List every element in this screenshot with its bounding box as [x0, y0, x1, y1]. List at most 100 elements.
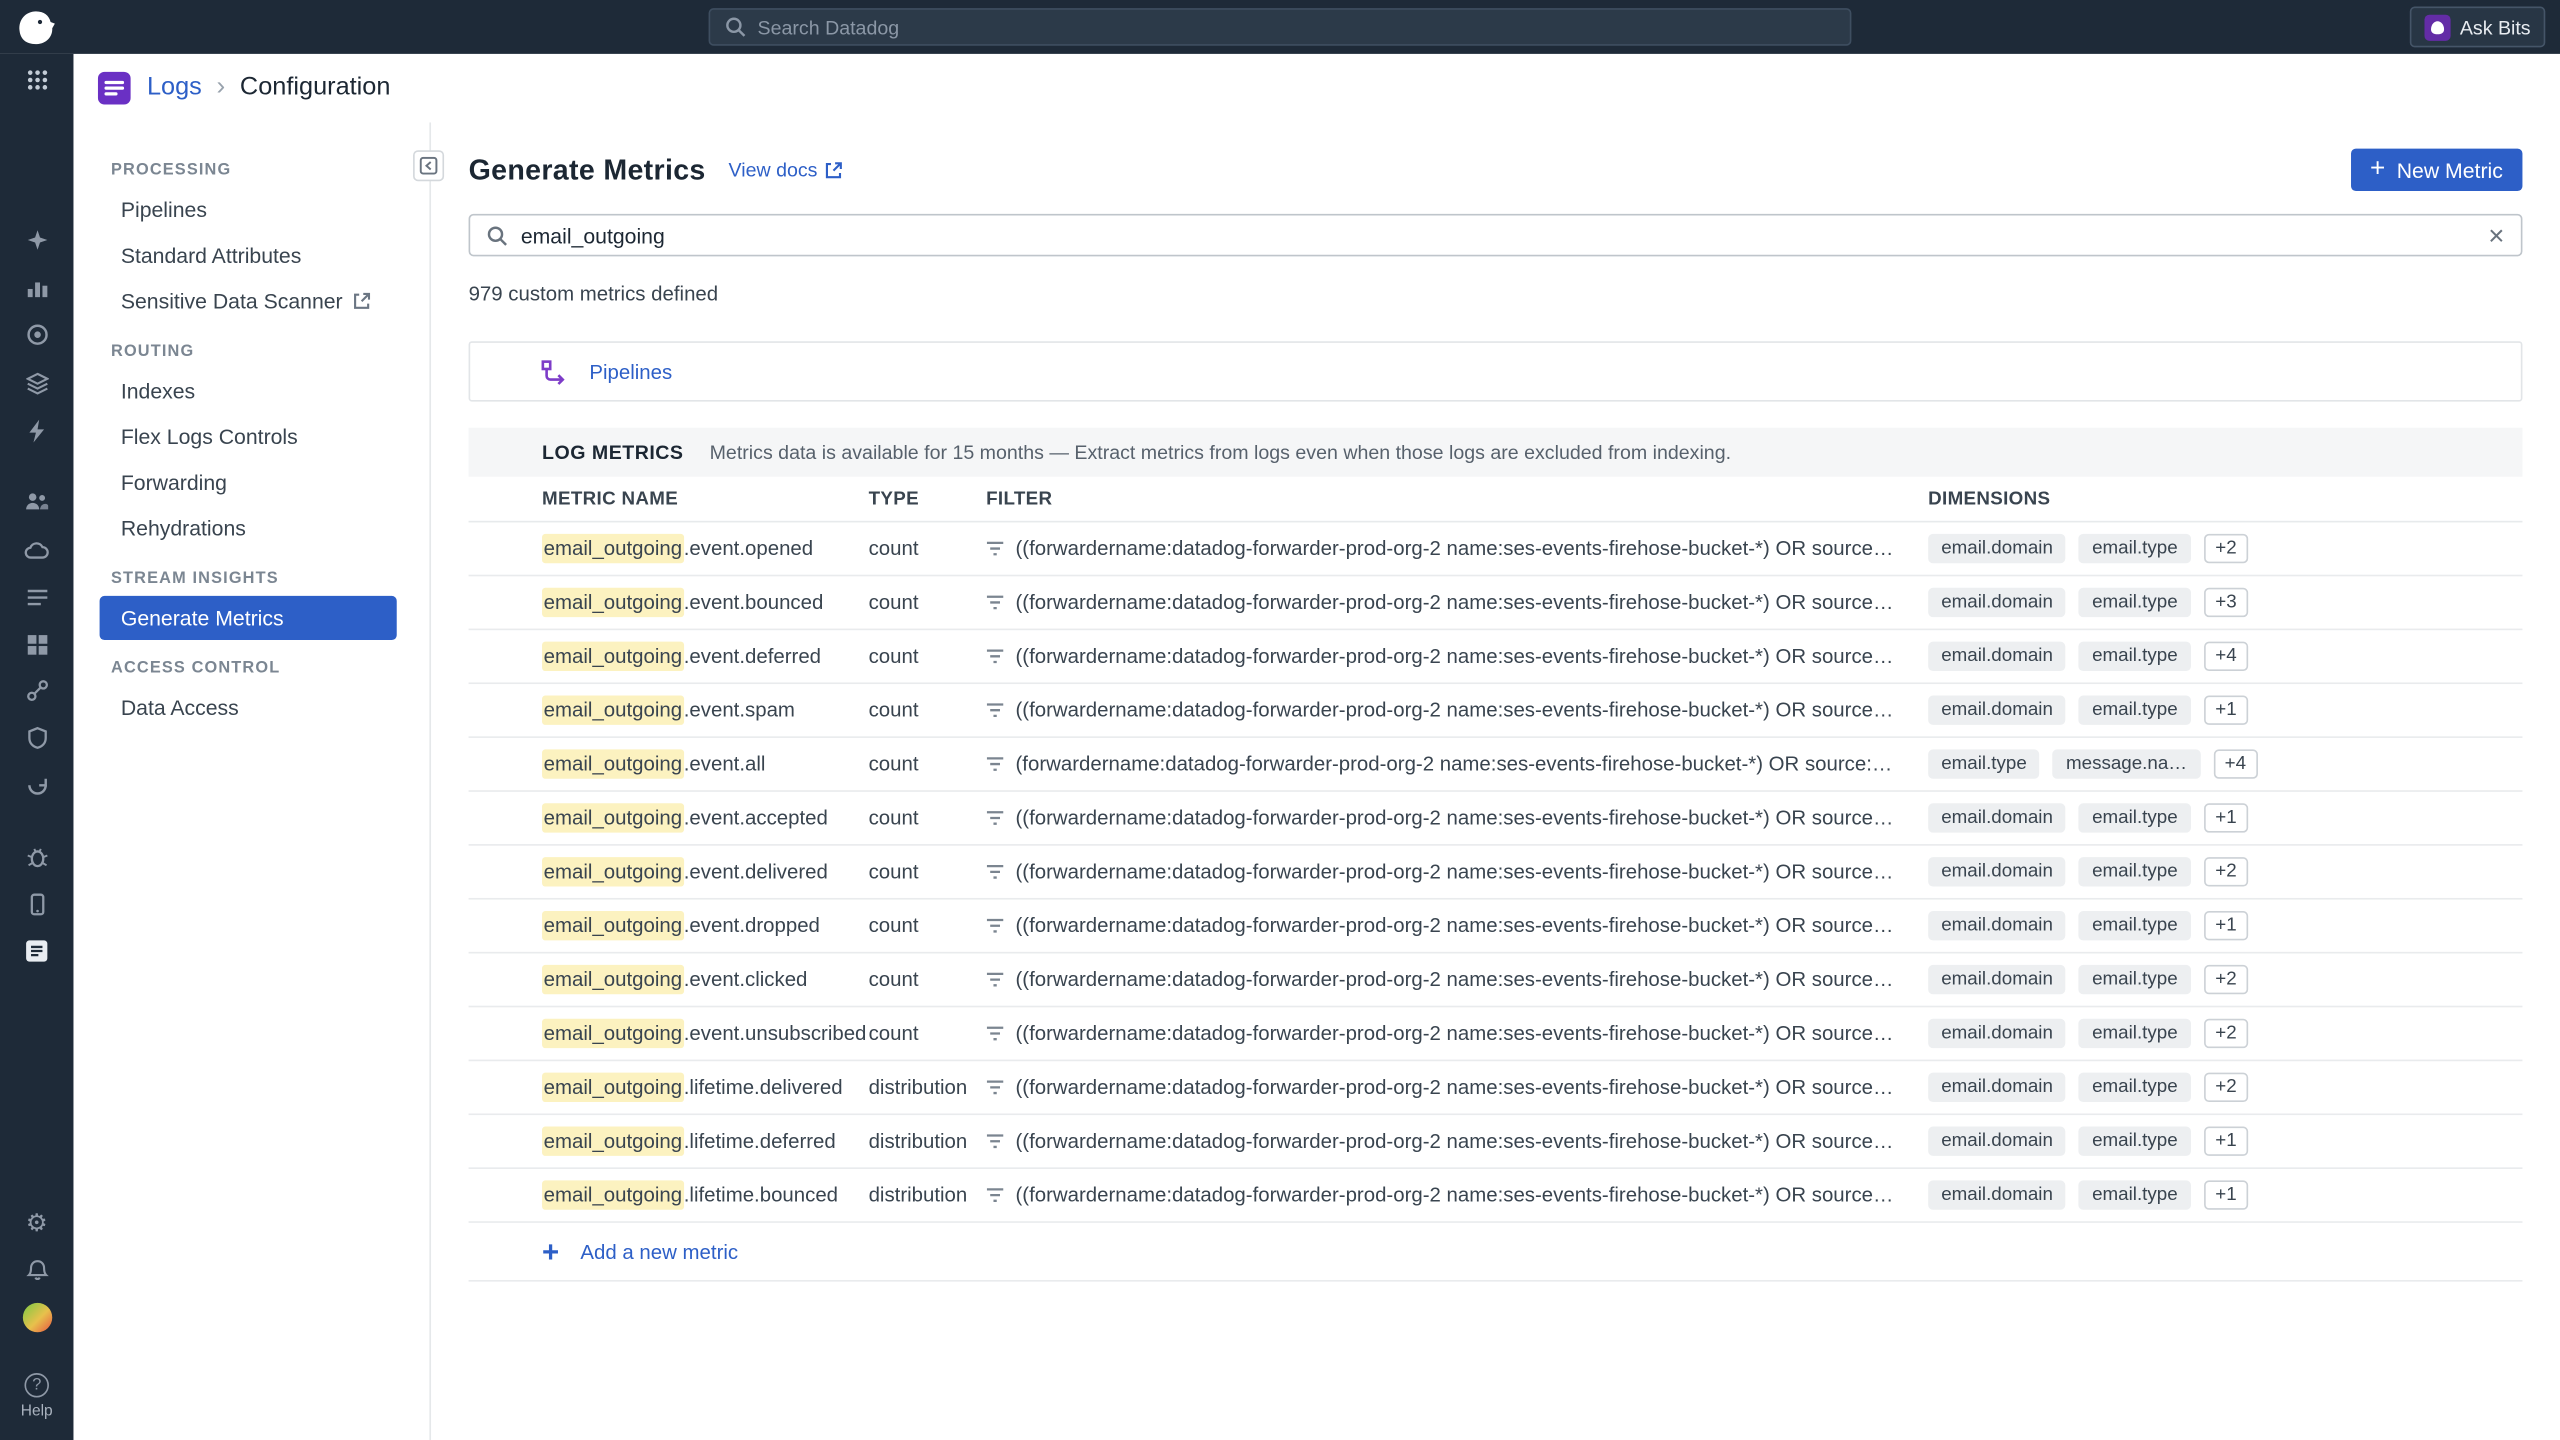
dimension-pill[interactable]: email.domain [1928, 534, 2066, 563]
serverless-icon[interactable] [0, 536, 73, 565]
table-row[interactable]: email_outgoing.lifetime.bounced distribu… [469, 1169, 2523, 1223]
sidebar-item-sensitive-data-scanner[interactable]: Sensitive Data Scanner [100, 279, 397, 323]
dimension-pill[interactable]: email.domain [1928, 588, 2066, 617]
dimensions-more-pill[interactable]: +1 [2204, 696, 2248, 725]
dimension-pill[interactable]: email.domain [1928, 1180, 2066, 1209]
notifications-bell-icon[interactable] [0, 1256, 73, 1285]
topbar: Ask Bits [0, 0, 2560, 54]
table-row[interactable]: email_outgoing.event.unsubscribed count … [469, 1007, 2523, 1061]
bug-icon[interactable] [0, 842, 73, 871]
metric-name-rest: .event.accepted [684, 807, 828, 830]
dimensions-more-pill[interactable]: +2 [2204, 1073, 2248, 1102]
collapse-sidebar-button[interactable] [413, 150, 444, 181]
dimensions-more-pill[interactable]: +3 [2204, 588, 2248, 617]
apm-icon[interactable] [0, 676, 73, 705]
table-row[interactable]: email_outgoing.event.dropped count ((for… [469, 900, 2523, 954]
view-docs-link[interactable]: View docs [729, 158, 842, 181]
watchdog-icon[interactable] [0, 320, 73, 349]
dimension-pill[interactable]: email.domain [1928, 1019, 2066, 1048]
table-row[interactable]: email_outgoing.event.accepted count ((fo… [469, 792, 2523, 846]
dimension-pill[interactable]: email.type [1928, 749, 2040, 778]
magic-wand-icon[interactable] [0, 225, 73, 254]
sidebar-item-standard-attributes[interactable]: Standard Attributes [100, 233, 397, 277]
new-metric-button[interactable]: + New Metric [2350, 149, 2522, 191]
clear-search-icon[interactable]: × [2488, 221, 2504, 249]
dimension-pill[interactable]: email.domain [1928, 965, 2066, 994]
dimension-pill[interactable]: email.domain [1928, 911, 2066, 940]
dimension-pill[interactable]: email.type [2079, 965, 2191, 994]
dimension-pill[interactable]: email.type [2079, 696, 2191, 725]
dimension-pill[interactable]: email.type [2079, 1127, 2191, 1156]
metric-name-highlight: email_outgoing [542, 965, 684, 994]
metric-search[interactable]: × [469, 214, 2523, 256]
table-row[interactable]: email_outgoing.event.bounced count ((for… [469, 576, 2523, 630]
table-row[interactable]: email_outgoing.event.all count (forwarde… [469, 738, 2523, 792]
dimensions-more-pill[interactable]: +2 [2204, 1019, 2248, 1048]
add-plus-icon[interactable]: + [542, 1237, 559, 1266]
dimension-pill[interactable]: email.type [2079, 588, 2191, 617]
table-row[interactable]: email_outgoing.lifetime.delivered distri… [469, 1061, 2523, 1115]
dimensions-more-pill[interactable]: +1 [2204, 911, 2248, 940]
user-avatar[interactable] [0, 1303, 73, 1332]
sidebar-item-pipelines[interactable]: Pipelines [100, 188, 397, 232]
dashboards-icon[interactable] [0, 630, 73, 659]
services-icon[interactable] [0, 487, 73, 516]
apps-grid-icon[interactable] [0, 65, 73, 94]
dimensions-more-pill[interactable]: +4 [2204, 642, 2248, 671]
dimension-pill[interactable]: email.type [2079, 1073, 2191, 1102]
dimensions-more-pill[interactable]: +2 [2204, 965, 2248, 994]
dimension-pill[interactable]: message.na… [2053, 749, 2200, 778]
dimension-pill[interactable]: email.domain [1928, 857, 2066, 886]
datadog-logo[interactable] [13, 5, 59, 49]
dimensions-more-pill[interactable]: +2 [2204, 534, 2248, 563]
dimensions-more-pill[interactable]: +4 [2213, 749, 2257, 778]
ci-icon[interactable] [0, 771, 73, 800]
infrastructure-icon[interactable] [0, 369, 73, 398]
sidebar-item-rehydrations[interactable]: Rehydrations [100, 506, 397, 550]
events-icon[interactable] [0, 416, 73, 445]
mobile-icon[interactable] [0, 890, 73, 919]
table-row[interactable]: email_outgoing.event.clicked count ((for… [469, 953, 2523, 1007]
table-row[interactable]: email_outgoing.lifetime.deferred distrib… [469, 1115, 2523, 1169]
sidebar-item-flex-logs-controls[interactable]: Flex Logs Controls [100, 415, 397, 459]
logs-product-icon[interactable] [0, 936, 73, 965]
dimension-pill[interactable]: email.domain [1928, 1073, 2066, 1102]
table-row[interactable]: email_outgoing.event.deferred count ((fo… [469, 630, 2523, 684]
sidebar-item-indexes[interactable]: Indexes [100, 369, 397, 413]
table-row[interactable]: email_outgoing.event.spam count ((forwar… [469, 684, 2523, 738]
dimension-pill[interactable]: email.domain [1928, 642, 2066, 671]
ask-bits-button[interactable]: Ask Bits [2409, 7, 2545, 48]
table-row[interactable]: email_outgoing.event.delivered count ((f… [469, 846, 2523, 900]
metrics-icon[interactable] [0, 273, 73, 302]
dimensions-more-pill[interactable]: +1 [2204, 803, 2248, 832]
dimension-pill[interactable]: email.domain [1928, 696, 2066, 725]
metric-search-input[interactable] [521, 223, 2475, 247]
metric-filter-cell: ((forwardername:datadog-forwarder-prod-o… [986, 807, 1928, 830]
dimension-pill[interactable]: email.type [2079, 642, 2191, 671]
settings-gear-icon[interactable]: ⚙ [0, 1208, 73, 1237]
dimensions-more-pill[interactable]: +2 [2204, 857, 2248, 886]
dimension-pill[interactable]: email.type [2079, 1019, 2191, 1048]
pipelines-link[interactable]: Pipelines [589, 360, 672, 383]
dimension-pill[interactable]: email.type [2079, 911, 2191, 940]
dimension-pill[interactable]: email.type [2079, 803, 2191, 832]
sidebar-item-generate-metrics[interactable]: Generate Metrics [100, 596, 397, 640]
dimension-pill[interactable]: email.domain [1928, 1127, 2066, 1156]
log-list-icon[interactable] [0, 583, 73, 612]
table-row[interactable]: email_outgoing.event.opened count ((forw… [469, 522, 2523, 576]
global-search[interactable] [709, 8, 1852, 46]
help-icon[interactable]: ? [0, 1370, 73, 1399]
add-new-metric-link[interactable]: Add a new metric [580, 1240, 738, 1263]
security-icon[interactable] [0, 723, 73, 752]
breadcrumb-logs-link[interactable]: Logs [147, 73, 202, 102]
global-search-input[interactable] [758, 16, 1836, 39]
dimension-pill[interactable]: email.type [2079, 534, 2191, 563]
sidebar-item-forwarding[interactable]: Forwarding [100, 460, 397, 504]
sidebar-item-data-access[interactable]: Data Access [100, 686, 397, 730]
dimensions-more-pill[interactable]: +1 [2204, 1127, 2248, 1156]
dimension-pill[interactable]: email.type [2079, 857, 2191, 886]
metric-type: count [869, 537, 987, 560]
dimensions-more-pill[interactable]: +1 [2204, 1180, 2248, 1209]
dimension-pill[interactable]: email.domain [1928, 803, 2066, 832]
dimension-pill[interactable]: email.type [2079, 1180, 2191, 1209]
